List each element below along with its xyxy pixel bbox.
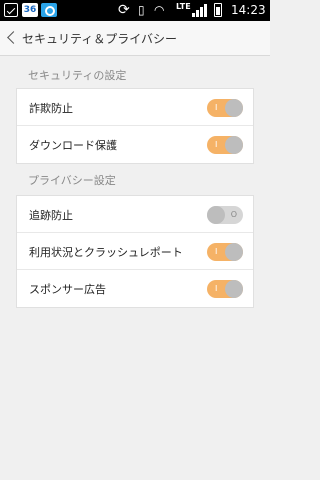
toggle-off-mark: O bbox=[230, 210, 237, 219]
download-protection-toggle[interactable]: I bbox=[207, 136, 243, 154]
toggle-knob bbox=[225, 280, 243, 298]
security-settings-card: 詐欺防止 I ダウンロード保護 I bbox=[16, 88, 254, 164]
setting-label: 利用状況とクラッシュレポート bbox=[29, 246, 183, 259]
clock: 14:23 bbox=[231, 3, 266, 17]
toggle-on-mark: I bbox=[215, 247, 218, 256]
toggle-knob bbox=[225, 99, 243, 117]
section-header-privacy: プライバシー設定 bbox=[28, 174, 116, 187]
setting-row-tracking-protection[interactable]: 追跡防止 O bbox=[17, 196, 253, 233]
setting-row-sponsored-ads[interactable]: スポンサー広告 I bbox=[17, 270, 253, 307]
section-header-security: セキュリティの設定 bbox=[28, 69, 127, 82]
privacy-settings-card: 追跡防止 O 利用状況とクラッシュレポート I スポンサー広告 I bbox=[16, 195, 254, 308]
toggle-knob bbox=[207, 206, 225, 224]
app-notification-icon bbox=[41, 3, 57, 17]
tracking-protection-toggle[interactable]: O bbox=[207, 206, 243, 224]
setting-row-download-protection[interactable]: ダウンロード保護 I bbox=[17, 126, 253, 163]
notification-count-badge: 36 bbox=[22, 3, 38, 17]
check-notification-icon bbox=[4, 3, 18, 17]
setting-row-fraud-protection[interactable]: 詐欺防止 I bbox=[17, 89, 253, 126]
signal-icon bbox=[192, 3, 208, 17]
toggle-on-mark: I bbox=[215, 284, 218, 293]
toggle-knob bbox=[225, 243, 243, 261]
setting-row-usage-crash-report[interactable]: 利用状況とクラッシュレポート I bbox=[17, 233, 253, 270]
vibrate-icon: ▯ bbox=[138, 3, 145, 17]
setting-label: 追跡防止 bbox=[29, 209, 73, 222]
setting-label: 詐欺防止 bbox=[29, 102, 73, 115]
status-bar: 36 ⟳ ▯ ◠ LTE 14:23 bbox=[0, 0, 270, 21]
wifi-icon: ◠ bbox=[154, 3, 165, 17]
setting-label: スポンサー広告 bbox=[29, 283, 106, 296]
toggle-on-mark: I bbox=[215, 140, 218, 149]
network-type-label: LTE bbox=[176, 2, 191, 11]
setting-label: ダウンロード保護 bbox=[29, 139, 117, 152]
fraud-protection-toggle[interactable]: I bbox=[207, 99, 243, 117]
sync-icon: ⟳ bbox=[118, 2, 130, 18]
back-arrow-icon[interactable] bbox=[5, 31, 19, 45]
usage-crash-report-toggle[interactable]: I bbox=[207, 243, 243, 261]
battery-icon bbox=[214, 3, 222, 17]
app-bar: セキュリティ＆プライバシー bbox=[0, 21, 270, 56]
toggle-on-mark: I bbox=[215, 103, 218, 112]
page-title: セキュリティ＆プライバシー bbox=[22, 32, 178, 46]
sponsored-ads-toggle[interactable]: I bbox=[207, 280, 243, 298]
toggle-knob bbox=[225, 136, 243, 154]
